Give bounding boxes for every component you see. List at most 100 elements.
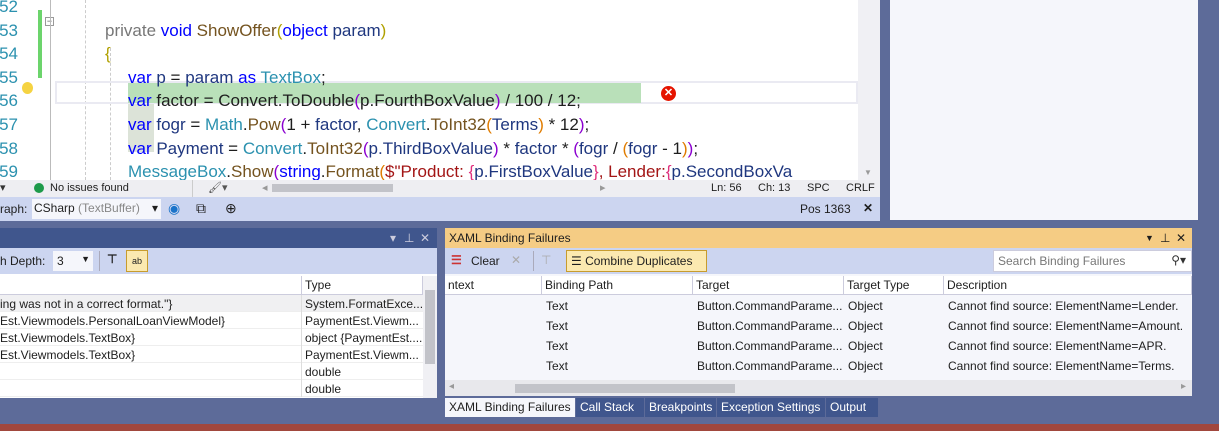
check-icon (34, 183, 44, 193)
code-token: ToDouble (282, 91, 355, 111)
code-token: factor (156, 91, 204, 111)
column-header[interactable]: Description (944, 276, 1192, 295)
table-row[interactable]: Est.Viewmodels.PersonalLoanViewModel} Pay… (0, 312, 423, 329)
code-token: ToInt32 (430, 115, 487, 134)
pin-filter-icon[interactable]: ⊤ (107, 252, 117, 266)
close-icon[interactable]: ✕ (1176, 228, 1186, 248)
panel-title-bar: XAML Binding Failures ▼ ⊥ ✕ (445, 228, 1192, 248)
column-header[interactable]: ntext (445, 276, 542, 295)
search-binding-failures-input[interactable]: Search Binding Failures ⚲▾ (993, 250, 1192, 272)
table-row[interactable]: Text Button.CommandParame... Object Cannot … (445, 296, 1192, 316)
table-row[interactable]: double (0, 380, 423, 397)
tab-call-stack[interactable]: Call Stack (576, 398, 644, 417)
content-type-combo[interactable]: CSharp (TextBuffer) ▾ (32, 199, 161, 219)
column-header[interactable]: Target Type (844, 276, 944, 295)
table-row[interactable]: Est.Viewmodels.TextBox} object {PaymentEs… (0, 329, 423, 346)
code-token: , Lender: (598, 162, 666, 180)
table-cell: Button.CommandParame... (697, 299, 843, 313)
table-row[interactable]: Text Button.CommandParame... Object Cannot … (445, 356, 1192, 376)
table-cell: Text (546, 359, 569, 373)
code-token: p (368, 138, 378, 158)
line-number: 53 (0, 20, 18, 40)
code-token: ; (693, 138, 699, 158)
dropdown-arrow-icon[interactable]: ▾ (0, 181, 6, 194)
code-token: Show (231, 162, 274, 180)
search-depth-label: h Depth: (0, 254, 46, 268)
table-cell: Object (848, 319, 883, 333)
navigation-bar: raph: CSharp (TextBuffer) ▾ ◉ ⧉ ⊕ Pos 13… (0, 197, 880, 221)
line-number: 59 (0, 162, 18, 180)
type-cell: double (305, 365, 342, 379)
dropdown-icon[interactable]: ▾ (390, 228, 396, 248)
line-ending-indicator[interactable]: CRLF (846, 182, 875, 194)
panel-title-bar: ▾ ⊥ ✕ (0, 228, 437, 248)
clear-button[interactable]: Clear (471, 254, 500, 268)
combine-duplicates-toggle[interactable]: ☰ Combine Duplicates (566, 250, 707, 272)
filter-icon[interactable]: ⊤ (541, 253, 551, 267)
delete-icon[interactable]: ✕ (511, 253, 521, 267)
table-cell: Cannot find source: ElementName=Lender. (948, 299, 1179, 313)
tab-exception-settings[interactable]: Exception Settings (717, 398, 825, 417)
globe-icon[interactable]: ◉ (168, 200, 180, 217)
scroll-right-icon[interactable]: ▸ (600, 181, 606, 194)
table-row[interactable]: double (0, 363, 423, 380)
tab-xaml-binding-failures[interactable]: XAML Binding Failures (445, 398, 575, 417)
code-token: { (105, 44, 111, 64)
settings-globe-icon[interactable]: ⊕ (225, 200, 237, 217)
scroll-left-icon[interactable]: ◂ (262, 181, 268, 194)
error-icon[interactable]: ✕ (661, 86, 676, 101)
code-token: var (128, 91, 157, 111)
code-token: Format (325, 162, 380, 180)
xaml-toolbar: ☰ Clear ✕ ⊤ ☰ Combine Duplicates Search … (445, 248, 1192, 274)
brush-icon[interactable]: 🖌▾ (208, 181, 228, 194)
code-line: var fogr = Math.Pow(1 + factor, Convert.… (128, 115, 589, 135)
pin-icon[interactable]: ⊥ (1160, 228, 1170, 248)
table-row[interactable]: ing was not in a correct format."} System… (0, 295, 423, 312)
column-header[interactable]: Target (693, 276, 844, 295)
column-header[interactable]: Binding Path (542, 276, 693, 295)
table-row[interactable]: Text Button.CommandParame... Object Cannot … (445, 336, 1192, 356)
code-token: Convert (218, 91, 278, 111)
position-indicator: Pos 1363 (800, 202, 851, 216)
line-indicator[interactable]: Ln: 56 (711, 182, 742, 194)
tab-output[interactable]: Output (826, 398, 878, 417)
issues-status[interactable]: No issues found (50, 182, 129, 194)
table-row[interactable]: Text Button.CommandParame... Object Cannot … (445, 316, 1192, 336)
locals-scrollbar[interactable] (423, 276, 437, 398)
code-token: as (238, 67, 261, 87)
column-indicator[interactable]: Ch: 13 (758, 182, 790, 194)
close-icon[interactable]: ✕ (863, 201, 873, 215)
pin-icon[interactable]: ⊥ (404, 228, 414, 248)
spacing-indicator[interactable]: SPC (807, 182, 830, 194)
code-token: / 100 / 12; (500, 91, 581, 111)
code-token: = (228, 138, 243, 158)
code-token: MessageBox (128, 162, 227, 180)
column-header-value[interactable] (0, 276, 302, 295)
close-icon[interactable]: ✕ (420, 228, 430, 248)
editor-vertical-scrollbar[interactable]: ▼ (858, 0, 880, 180)
dropdown-icon[interactable]: ▼ (1145, 228, 1154, 248)
windows-icon[interactable]: ⧉ (196, 200, 206, 217)
code-token: var (128, 67, 157, 87)
code-token: Pow (247, 115, 281, 134)
code-line: { (105, 44, 111, 64)
lightbulb-icon[interactable] (22, 82, 33, 94)
horizontal-scrollbar-thumb[interactable] (272, 184, 393, 192)
code-token: .ThirdBoxValue (377, 138, 493, 158)
tab-breakpoints[interactable]: Breakpoints (645, 398, 716, 417)
code-token: object (282, 20, 333, 40)
xaml-horizontal-scrollbar[interactable]: ◂ ▸ (445, 380, 1192, 396)
column-header-type[interactable]: Type (302, 276, 423, 295)
code-token: * (498, 138, 515, 158)
table-cell: Button.CommandParame... (697, 339, 843, 353)
type-cell: System.FormatExce... (305, 297, 423, 311)
code-token: p (156, 67, 171, 87)
hex-display-icon[interactable]: ab (126, 250, 148, 272)
table-header: Type (0, 276, 423, 295)
code-editor[interactable]: 5253545556575859 − private void ShowOffe… (0, 0, 880, 180)
locals-toolbar: h Depth: 3 ▼ ⊤ ab (0, 248, 437, 274)
table-row[interactable]: Est.Viewmodels.TextBox} PaymentEst.Viewm.… (0, 346, 423, 363)
code-line: MessageBox.Show(string.Format($"Product:… (128, 162, 792, 180)
code-token: = (170, 67, 186, 87)
search-depth-combo[interactable]: 3 ▼ (53, 251, 93, 271)
